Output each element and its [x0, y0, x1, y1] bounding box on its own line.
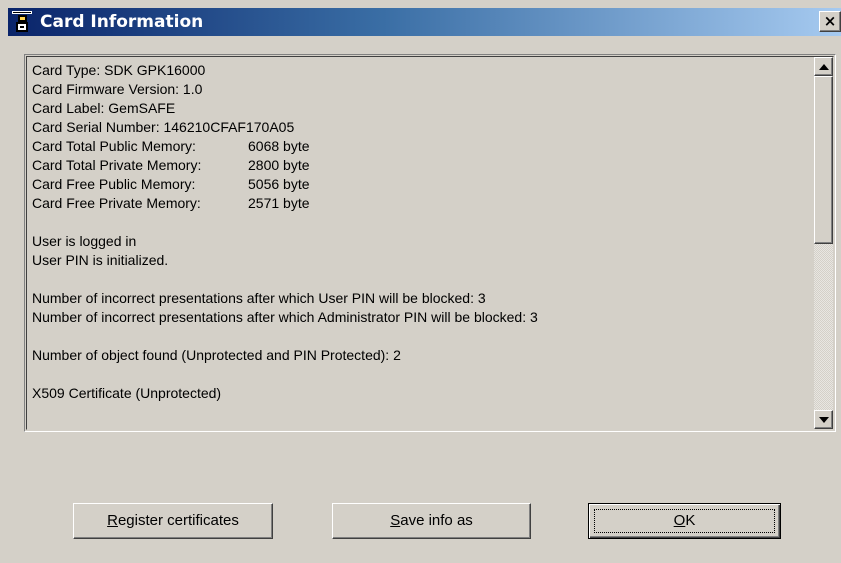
- vertical-scrollbar[interactable]: [814, 57, 833, 429]
- window-title: Card Information: [40, 12, 204, 32]
- info-line-value: 6068 byte: [248, 138, 310, 154]
- scroll-thumb[interactable]: [814, 76, 833, 244]
- ok-button[interactable]: OK: [588, 503, 781, 539]
- save-mnemonic: S: [390, 512, 401, 529]
- register-mnemonic: R: [107, 512, 118, 529]
- info-line-label: Card Total Public Memory:: [32, 138, 196, 154]
- close-icon: ×: [823, 12, 837, 30]
- register-label: egister certificates: [117, 512, 239, 529]
- info-line: Number of incorrect presentations after …: [32, 309, 538, 325]
- close-button[interactable]: ×: [819, 11, 841, 32]
- card-info-textbox[interactable]: Card Type: SDK GPK16000 Card Firmware Ver…: [24, 54, 836, 432]
- scroll-down-button[interactable]: [814, 410, 833, 429]
- info-line-value: 2800 byte: [248, 157, 310, 173]
- title-bar[interactable]: Card Information ×: [8, 8, 841, 36]
- save-label: ave info as: [400, 512, 473, 529]
- info-line: X509 Certificate (Unprotected): [32, 385, 222, 401]
- info-line: [32, 327, 802, 346]
- info-line-label: Card Free Private Memory:: [32, 195, 201, 211]
- info-line: [32, 270, 802, 289]
- save-info-as-button[interactable]: Save info as: [332, 503, 531, 539]
- info-line-value: 2571 byte: [248, 195, 310, 211]
- scroll-down-arrow-icon: [819, 417, 829, 423]
- scroll-up-arrow-icon: [819, 64, 829, 70]
- info-line: Card Label: GemSAFE: [32, 100, 176, 116]
- info-line: Card Free Private Memory: 2571 byte: [32, 194, 802, 213]
- card-info-lines: Card Type: SDK GPK16000 Card Firmware Ver…: [32, 61, 802, 403]
- ok-label: K: [685, 512, 696, 529]
- info-line: Card Total Public Memory: 6068 byte: [32, 137, 802, 156]
- info-line: Number of object found (Unprotected and …: [32, 347, 401, 363]
- info-line: [32, 365, 802, 384]
- info-line: Card Type: SDK GPK16000: [32, 62, 206, 78]
- info-line: User is logged in: [32, 233, 137, 249]
- info-line-value: 5056 byte: [248, 176, 310, 192]
- info-line: User PIN is initialized.: [32, 252, 169, 268]
- info-line: Number of incorrect presentations after …: [32, 290, 486, 306]
- info-line: Card Total Private Memory: 2800 byte: [32, 156, 802, 175]
- info-line: Card Firmware Version: 1.0: [32, 81, 203, 97]
- info-line: Card Free Public Memory: 5056 byte: [32, 175, 802, 194]
- card-information-dialog: Card Information × Card Type: SDK GPK160…: [0, 0, 841, 563]
- smartcard-reader-icon: [12, 11, 32, 33]
- info-line: Card Serial Number: 146210CFAF170A05: [32, 119, 295, 135]
- info-line: [32, 213, 802, 232]
- scroll-up-button[interactable]: [814, 57, 833, 76]
- info-line-label: Card Free Public Memory:: [32, 176, 196, 192]
- ok-mnemonic: O: [673, 512, 686, 529]
- register-certificates-button[interactable]: Register certificates: [73, 503, 273, 539]
- info-line-label: Card Total Private Memory:: [32, 157, 202, 173]
